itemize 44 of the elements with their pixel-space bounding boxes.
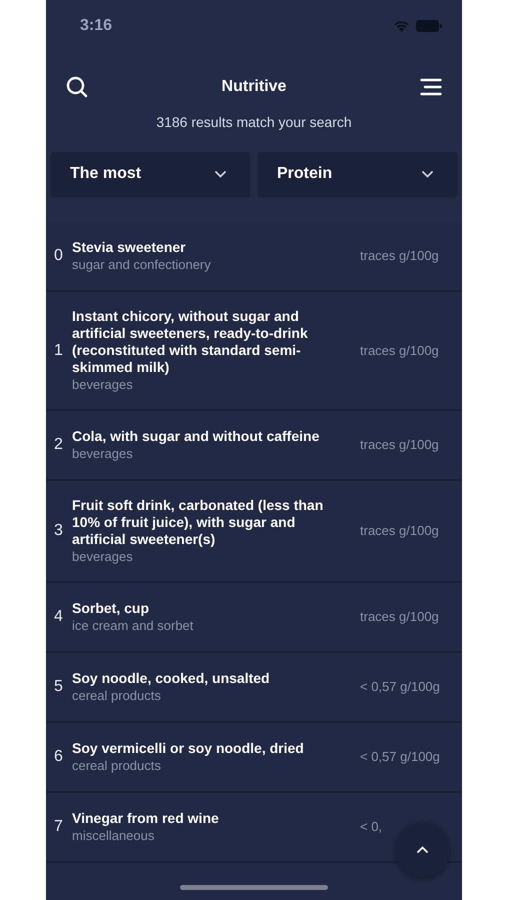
food-category: cereal products [72, 757, 162, 774]
wifi-icon [393, 20, 410, 32]
result-index: 4 [54, 607, 64, 627]
protein-value: traces g/100g [360, 247, 439, 266]
result-index: 1 [54, 340, 64, 360]
result-index: 0 [54, 246, 64, 266]
food-category: beverages [72, 445, 134, 462]
food-name: Sorbet, cup [72, 600, 150, 617]
protein-value: < 0,57 g/100g [360, 678, 440, 696]
chevron-down-icon [215, 170, 226, 178]
food-name: Stevia sweetener [72, 239, 187, 256]
menu-button[interactable] [420, 76, 442, 98]
protein-value: traces g/100g [360, 436, 439, 454]
protein-value: traces g/100g [360, 342, 439, 360]
food-category: beverages [72, 376, 134, 393]
result-index: 5 [54, 677, 64, 697]
protein-value: traces g/100g [360, 522, 439, 540]
result-index: 2 [54, 435, 64, 455]
result-index: 6 [54, 747, 64, 767]
results-count: 3186 results match your search [156, 113, 352, 132]
filter-dropdown[interactable]: The most [51, 152, 250, 196]
food-name: Vinegar from red wine [72, 810, 220, 827]
food-category: beverages [72, 548, 134, 565]
food-category: ice cream and sorbet [72, 617, 194, 634]
result-index: 3 [54, 521, 64, 541]
status-time: 3:16 [80, 16, 112, 36]
chevron-down-icon [422, 170, 433, 178]
food-name: Cola, with sugar and without caffeine [72, 428, 320, 445]
protein-value: traces g/100g [360, 608, 439, 626]
protein-value: < 0,57 g/100g [360, 748, 440, 766]
food-category: sugar and confectionery [72, 256, 212, 273]
search-button[interactable] [66, 76, 88, 98]
protein-value: < 0, [360, 818, 382, 836]
food-category: cereal products [72, 687, 162, 704]
food-name: Soy vermicelli or soy noodle, dried [72, 740, 305, 757]
chevron-up-icon [417, 846, 428, 853]
food-name: Instant chicory, without sugar and artificial sweeteners, ready-to-drink (reconstituted with standard semi-skimmed milk) [72, 308, 309, 376]
battery-icon [416, 20, 442, 32]
food-name: Soy noodle, cooked, unsalted [72, 670, 271, 687]
app-title: Nutritive [222, 77, 286, 97]
food-category: miscellaneous [72, 827, 156, 844]
food-name: Fruit soft drink, carbonated (less than 10% of fruit juice), with sugar and artificial sweetener(s) [72, 497, 324, 548]
result-index: 7 [54, 817, 64, 837]
filter-dropdown[interactable]: Protein [258, 152, 457, 196]
